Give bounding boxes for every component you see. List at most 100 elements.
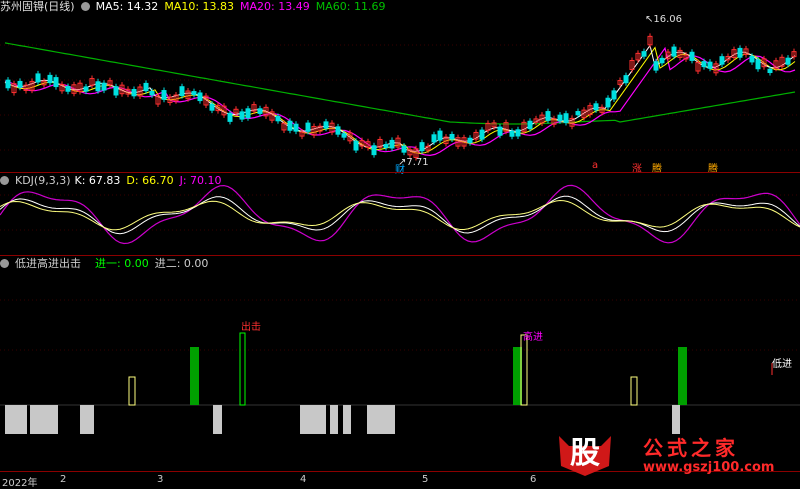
candle-body [701,61,707,68]
candle-body [431,134,437,143]
candle-body [545,111,551,121]
candle-body [653,61,659,71]
signal-gray-bar [367,405,395,434]
signal-gray-bar [80,405,94,434]
signal-label-high: 高进 [523,332,543,343]
candle-body [341,133,347,138]
marker-a: a [592,160,599,171]
candle-body [5,79,11,89]
candle-body [179,86,185,97]
candle-body [305,122,311,132]
candle-body [227,112,233,122]
candle-body [191,91,197,96]
low-price-value: 7.71 [406,157,429,168]
candle-body [593,103,599,111]
signal-label-out: 出击 [241,322,261,333]
candle-body [497,126,503,136]
candle-body [449,133,455,140]
date-label-apr: 4 [300,474,307,485]
high-price-label: ↖16.06 [645,14,683,25]
signal-title[interactable]: 低进高进出击 [15,257,81,270]
candle-body [659,57,665,64]
candle-body [437,130,443,141]
date-label-jun: 6 [530,474,537,485]
candle-body [257,108,263,114]
candle-body [143,82,149,92]
watermark: 股 公式之家 www.gszj100.com [555,432,800,487]
marker-cai: 财 [395,165,405,176]
signal-gray-bar [213,405,222,434]
signal-header: 低进高进出击 进一: 0.00 进二: 0.00 [0,257,214,271]
candle-body [35,73,41,83]
candle-body [239,111,245,120]
candle-body [383,144,389,149]
candle-body [47,74,53,84]
candlestick-chart[interactable] [0,0,800,487]
candle-body [755,59,761,70]
candle-body [689,51,695,61]
kdj-j-line [0,184,800,245]
candle-body [287,120,293,131]
candle-body [293,123,299,132]
candle-body [389,139,395,149]
watermark-badge-text: 股 [570,436,600,471]
signal-in2: 进二: 0.00 [154,257,209,270]
signal-outline-bar [630,376,638,406]
candle-body [17,80,23,88]
candle-body [161,90,167,100]
candle-body [467,137,473,144]
kdj-k-line [0,195,800,235]
candle-body [131,89,137,97]
high-price-value: 16.06 [653,14,683,25]
candle-body [767,68,773,74]
candle-body [323,121,329,129]
candle-body [671,46,677,57]
kdj-k: K: 67.83 [74,174,121,187]
candle-body [53,77,59,88]
watermark-title: 公式之家 [643,436,739,460]
candle-body [149,90,155,96]
candle-body [353,140,359,151]
candle-body [197,92,203,102]
signal-green-bar [678,347,687,405]
signal-gray-bar [300,405,326,434]
kdj-settings-dot-icon[interactable] [0,176,9,185]
watermark-badge: 股 [555,432,615,476]
candle-body [335,126,341,135]
candle-body [749,55,755,63]
candle-body [95,81,101,92]
signal-settings-dot-icon[interactable] [0,259,9,268]
candle-body [101,82,107,91]
kdj-j: J: 70.10 [179,174,222,187]
candle-body [575,111,581,116]
date-label-mar: 3 [157,474,164,485]
candle-body [371,145,377,156]
kdj-title[interactable]: KDJ(9,3,3) [15,174,71,187]
candle-body [563,113,569,124]
signal-label-low: 低进 [772,359,792,370]
signal-green-bar [190,347,199,405]
watermark-url: www.gszj100.com [643,460,775,475]
candle-body [737,47,743,58]
candle-body [785,57,791,65]
panel-divider [0,172,800,173]
signal-gray-bar [672,405,680,434]
signal-outline-bar [128,376,136,406]
date-label-may: 5 [422,474,429,485]
candle-body [401,145,407,153]
signal-gray-bar [330,405,338,434]
signal-out-bar [239,332,246,406]
candle-body [557,114,563,122]
candle-body [479,129,485,140]
candle-body [515,129,521,137]
panel-divider [0,255,800,256]
candle-body [611,90,617,100]
candle-body [83,86,89,92]
candle-body [707,61,713,69]
candle-body [605,97,611,108]
candle-body [623,75,629,84]
candle-body [113,86,119,96]
candle-body [65,86,71,92]
ma5-line [4,44,796,152]
candle-body [641,51,647,57]
